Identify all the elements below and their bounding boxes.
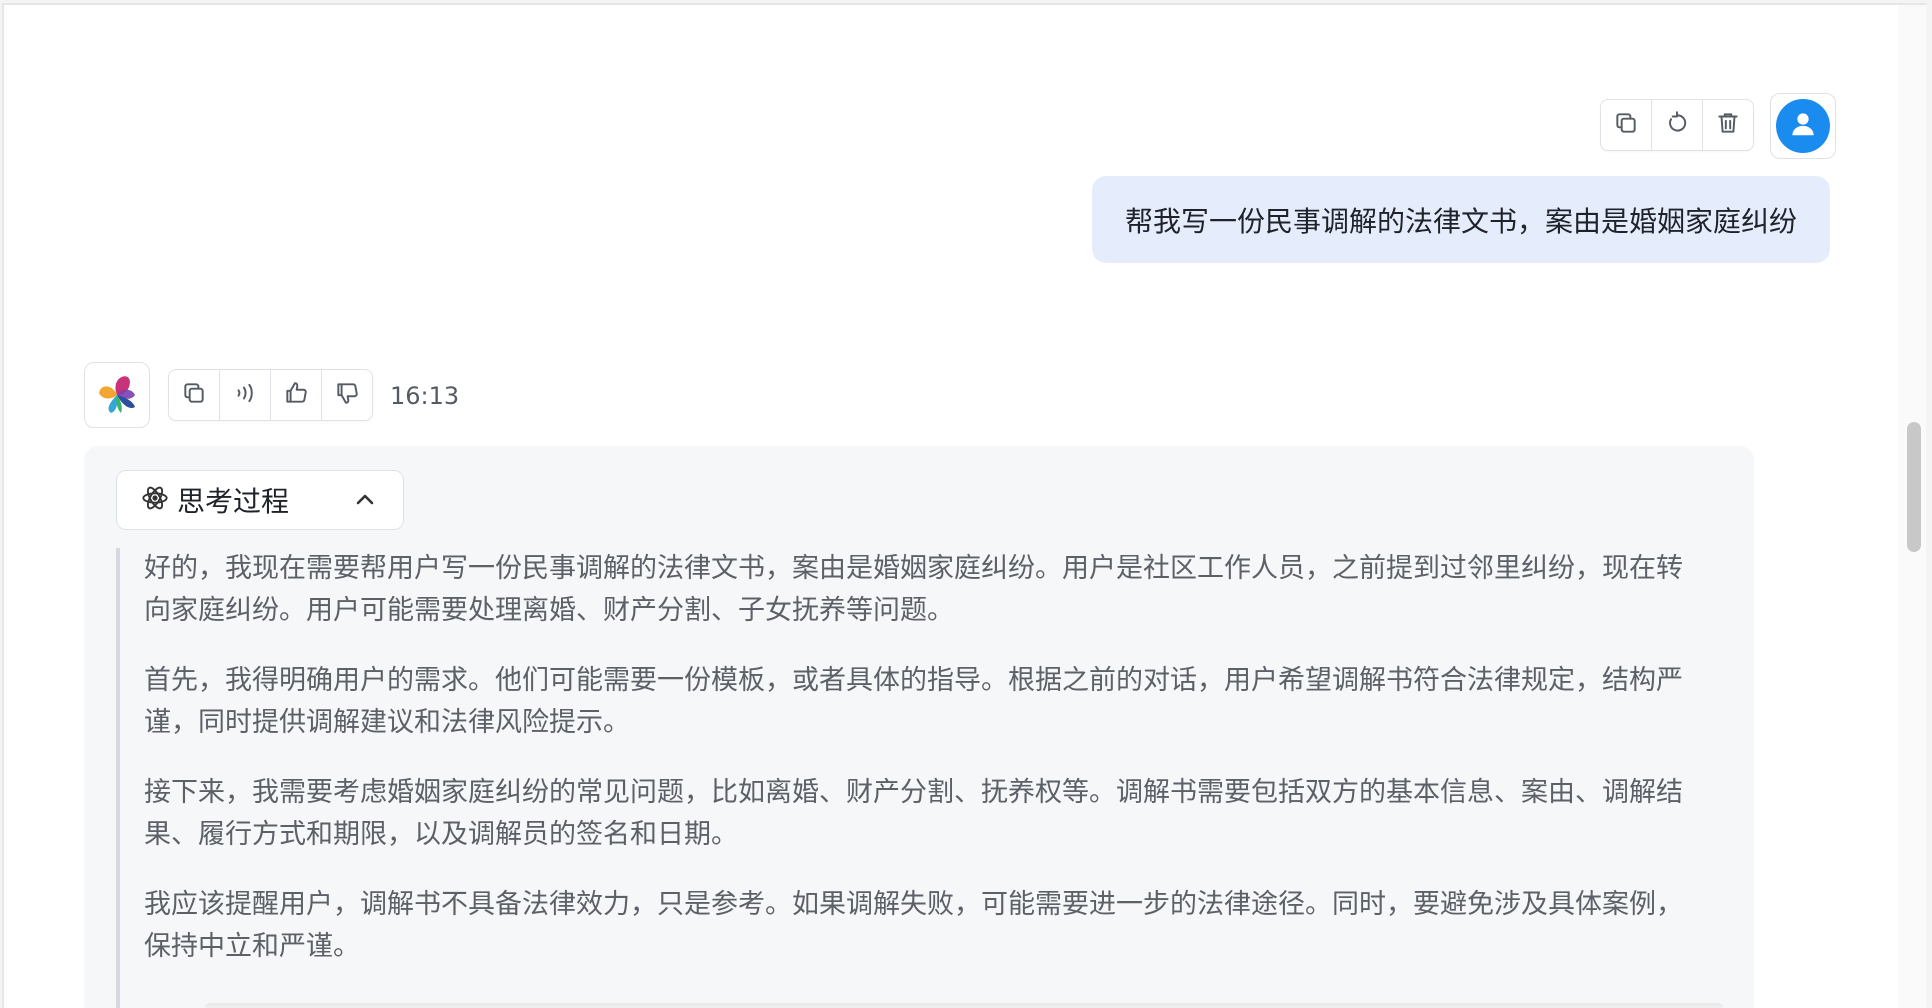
copy-icon xyxy=(181,380,207,410)
user-message-toolbar xyxy=(1600,99,1754,151)
scrollbar[interactable] xyxy=(1898,5,1926,1008)
user-avatar xyxy=(1770,93,1836,159)
copy-button[interactable] xyxy=(169,370,220,420)
scrollbar-thumb[interactable] xyxy=(1907,422,1921,552)
assistant-message-toolbar xyxy=(168,369,373,421)
regenerate-icon xyxy=(1664,110,1690,140)
thinking-content: 好的，我现在需要帮用户写一份民事调解的法律文书，案由是婚姻家庭纠纷。用户是社区工… xyxy=(116,548,1696,1008)
speaker-icon xyxy=(232,380,258,410)
thinking-toggle-button[interactable]: 思考过程 xyxy=(116,470,404,530)
user-icon xyxy=(1788,109,1818,143)
thinking-toggle-label: 思考过程 xyxy=(177,485,290,518)
thumbs-down-icon xyxy=(334,380,360,410)
input-area-edge xyxy=(204,1003,1724,1008)
thinking-panel: 思考过程 好的，我现在需要帮用户写一份民事调解的法律文书，案由是婚姻家庭纠纷。用… xyxy=(84,446,1754,1008)
atom-icon xyxy=(141,484,169,516)
thumbs-up-icon xyxy=(283,380,309,410)
thinking-paragraph: 我应该提醒用户，调解书不具备法律效力，只是参考。如果调解失败，可能需要进一步的法… xyxy=(144,889,1683,962)
dislike-button[interactable] xyxy=(322,370,372,420)
delete-icon xyxy=(1715,110,1741,140)
message-timestamp: 16:13 xyxy=(390,382,460,410)
assistant-avatar xyxy=(84,362,150,428)
thinking-paragraph: 首先，我得明确用户的需求。他们可能需要一份模板，或者具体的指导。根据之前的对话，… xyxy=(144,665,1683,738)
thinking-paragraph: 好的，我现在需要帮用户写一份民事调解的法律文书，案由是婚姻家庭纠纷。用户是社区工… xyxy=(144,553,1683,626)
regenerate-button[interactable] xyxy=(1652,100,1703,150)
butterfly-logo-icon xyxy=(91,367,143,423)
chevron-up-icon xyxy=(353,488,377,516)
delete-button[interactable] xyxy=(1703,100,1753,150)
copy-button[interactable] xyxy=(1601,100,1652,150)
like-button[interactable] xyxy=(271,370,322,420)
chat-window: 帮我写一份民事调解的法律文书，案由是婚姻家庭纠纷 16:13 思考过程 好的，我… xyxy=(2,3,1926,1008)
user-message-bubble: 帮我写一份民事调解的法律文书，案由是婚姻家庭纠纷 xyxy=(1091,176,1830,263)
thinking-paragraph: 接下来，我需要考虑婚姻家庭纠纷的常见问题，比如离婚、财产分割、抚养权等。调解书需… xyxy=(144,777,1683,850)
read-aloud-button[interactable] xyxy=(220,370,271,420)
copy-icon xyxy=(1613,110,1639,140)
